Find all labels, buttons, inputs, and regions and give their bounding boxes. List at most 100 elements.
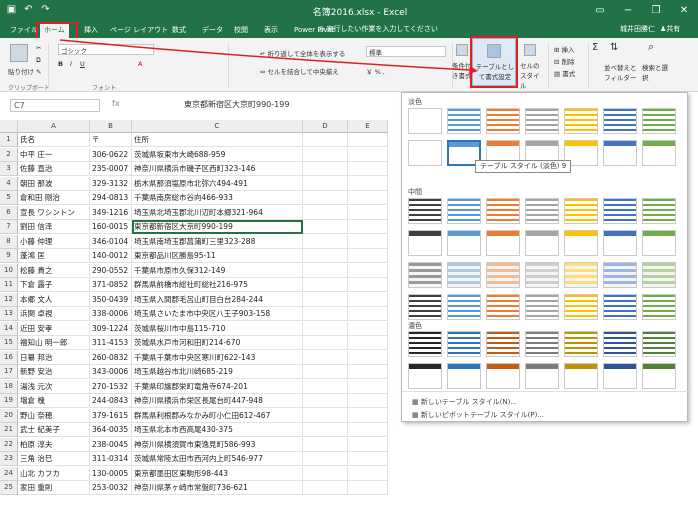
tell-me-box[interactable]: ◎ 実行したい作業を入力してください bbox=[318, 24, 438, 34]
table-cell[interactable]: 343-0006 bbox=[90, 365, 132, 379]
table-cell[interactable] bbox=[303, 481, 348, 495]
table-style-swatch[interactable] bbox=[447, 262, 481, 288]
row-header[interactable]: 3 bbox=[0, 162, 18, 176]
table-cell[interactable] bbox=[303, 147, 348, 162]
minimize-icon[interactable]: − bbox=[614, 0, 642, 22]
table-cell[interactable] bbox=[348, 234, 388, 249]
table-style-swatch[interactable] bbox=[525, 294, 559, 320]
table-style-swatch[interactable] bbox=[564, 198, 598, 224]
table-style-swatch[interactable] bbox=[525, 331, 559, 357]
table-style-swatch[interactable] bbox=[486, 363, 520, 389]
format-cells-button[interactable]: ▤ 書式 bbox=[554, 68, 575, 78]
table-cell[interactable] bbox=[348, 452, 388, 466]
table-cell[interactable] bbox=[348, 292, 388, 307]
table-style-swatch[interactable] bbox=[642, 331, 676, 357]
table-style-swatch[interactable] bbox=[447, 331, 481, 357]
table-cell[interactable]: 238-0045 bbox=[90, 437, 132, 452]
table-style-swatch[interactable] bbox=[408, 294, 442, 320]
table-style-swatch[interactable] bbox=[525, 198, 559, 224]
redo-icon[interactable]: ↷ bbox=[40, 4, 51, 15]
table-style-swatch[interactable] bbox=[564, 331, 598, 357]
table-cell[interactable] bbox=[303, 452, 348, 466]
table-style-swatch[interactable] bbox=[525, 262, 559, 288]
conditional-format-icon[interactable] bbox=[456, 44, 468, 56]
fx-icon[interactable]: fx bbox=[112, 99, 120, 108]
table-cell[interactable] bbox=[303, 466, 348, 481]
table-style-swatch[interactable] bbox=[603, 363, 637, 389]
row-header[interactable]: 11 bbox=[0, 278, 18, 292]
table-style-swatch[interactable] bbox=[642, 262, 676, 288]
column-header[interactable]: D bbox=[303, 120, 348, 133]
conditional-format-label[interactable]: 条件付き書式 bbox=[452, 60, 472, 80]
table-cell[interactable]: 千葉県印旛郡栄町竜角寺674-201 bbox=[132, 379, 303, 394]
table-cell[interactable] bbox=[348, 249, 388, 263]
formula-input[interactable]: 東京都新宿区大京町990-199 bbox=[184, 99, 289, 110]
font-color-icon[interactable]: A bbox=[138, 60, 142, 68]
table-cell[interactable]: 宣長 ワシントン bbox=[18, 205, 90, 220]
table-cell[interactable]: 364-0035 bbox=[90, 423, 132, 437]
table-cell[interactable] bbox=[348, 466, 388, 481]
row-header[interactable]: 5 bbox=[0, 191, 18, 205]
table-style-swatch[interactable] bbox=[564, 108, 598, 134]
table-style-swatch[interactable] bbox=[564, 230, 598, 256]
table-cell[interactable]: 東京都品川区勝島95-11 bbox=[132, 249, 303, 263]
row-header[interactable]: 13 bbox=[0, 307, 18, 321]
table-cell[interactable]: 306-0622 bbox=[90, 147, 132, 162]
insert-cells-button[interactable]: ⊞ 挿入 bbox=[554, 44, 575, 54]
find-select-label[interactable]: 検索と選択 bbox=[642, 62, 670, 82]
table-cell[interactable] bbox=[348, 321, 388, 336]
tab-formulas[interactable]: 数式 bbox=[168, 23, 190, 38]
table-cell[interactable]: 346-0104 bbox=[90, 234, 132, 249]
table-style-swatch[interactable] bbox=[564, 262, 598, 288]
table-cell[interactable] bbox=[303, 423, 348, 437]
table-style-swatch[interactable] bbox=[603, 140, 637, 166]
new-table-style-item[interactable]: ▦ 新しいテーブル スタイル(N)... bbox=[412, 397, 517, 407]
tab-data[interactable]: データ bbox=[198, 23, 227, 38]
row-header[interactable]: 7 bbox=[0, 220, 18, 234]
table-cell[interactable]: 244-0843 bbox=[90, 394, 132, 408]
table-cell[interactable]: 湯浅 元次 bbox=[18, 379, 90, 394]
table-style-swatch[interactable] bbox=[408, 230, 442, 256]
table-style-swatch[interactable] bbox=[408, 198, 442, 224]
table-cell[interactable] bbox=[303, 176, 348, 191]
table-cell[interactable]: 本郷 文人 bbox=[18, 292, 90, 307]
table-style-swatch[interactable] bbox=[408, 140, 442, 166]
row-header[interactable]: 1 bbox=[0, 133, 18, 147]
table-cell[interactable]: 茨城県水戸市河和田町214-670 bbox=[132, 336, 303, 350]
table-cell[interactable]: 家田 重則 bbox=[18, 481, 90, 495]
table-style-swatch[interactable] bbox=[447, 363, 481, 389]
table-cell[interactable]: 三角 治巳 bbox=[18, 452, 90, 466]
row-header[interactable]: 25 bbox=[0, 481, 18, 495]
table-cell[interactable] bbox=[348, 423, 388, 437]
table-cell[interactable]: 東京都墨田区東駒形98-443 bbox=[132, 466, 303, 481]
table-style-swatch[interactable] bbox=[642, 108, 676, 134]
table-cell[interactable] bbox=[303, 394, 348, 408]
format-painter-icon[interactable]: ✎ bbox=[36, 68, 41, 76]
cut-icon[interactable]: ✂ bbox=[36, 44, 42, 52]
close-icon[interactable]: ✕ bbox=[670, 0, 698, 22]
table-cell[interactable] bbox=[303, 162, 348, 176]
table-style-swatch[interactable] bbox=[603, 108, 637, 134]
column-header[interactable]: C bbox=[132, 120, 303, 133]
table-cell[interactable]: 増倉 槐 bbox=[18, 394, 90, 408]
row-header[interactable]: 21 bbox=[0, 423, 18, 437]
table-cell[interactable]: 350-0439 bbox=[90, 292, 132, 307]
paste-label[interactable]: 貼り付け bbox=[8, 66, 34, 76]
row-header[interactable]: 20 bbox=[0, 408, 18, 423]
table-style-swatch[interactable] bbox=[486, 294, 520, 320]
table-cell[interactable]: 130-0005 bbox=[90, 466, 132, 481]
table-cell[interactable]: 下倉 露子 bbox=[18, 278, 90, 292]
table-style-swatch[interactable] bbox=[642, 140, 676, 166]
tab-review[interactable]: 校閲 bbox=[230, 23, 252, 38]
table-cell[interactable]: 神奈川県横浜市栄区長尾台町447-948 bbox=[132, 394, 303, 408]
wrap-text-button[interactable]: ↵ 折り返して全体を表示する bbox=[260, 48, 345, 58]
table-style-swatch[interactable] bbox=[525, 108, 559, 134]
table-cell[interactable]: 住所 bbox=[132, 133, 303, 147]
sort-filter-icon[interactable]: ⇅ bbox=[610, 42, 618, 53]
table-cell[interactable]: 埼玉県北埼玉郡北川辺町本郷321-964 bbox=[132, 205, 303, 220]
table-cell[interactable] bbox=[303, 191, 348, 205]
table-cell[interactable] bbox=[348, 481, 388, 495]
table-cell[interactable]: 群馬県利根郡みなかみ町小仁田612-467 bbox=[132, 408, 303, 423]
table-cell[interactable] bbox=[303, 205, 348, 220]
delete-cells-button[interactable]: ⊟ 削除 bbox=[554, 56, 575, 66]
